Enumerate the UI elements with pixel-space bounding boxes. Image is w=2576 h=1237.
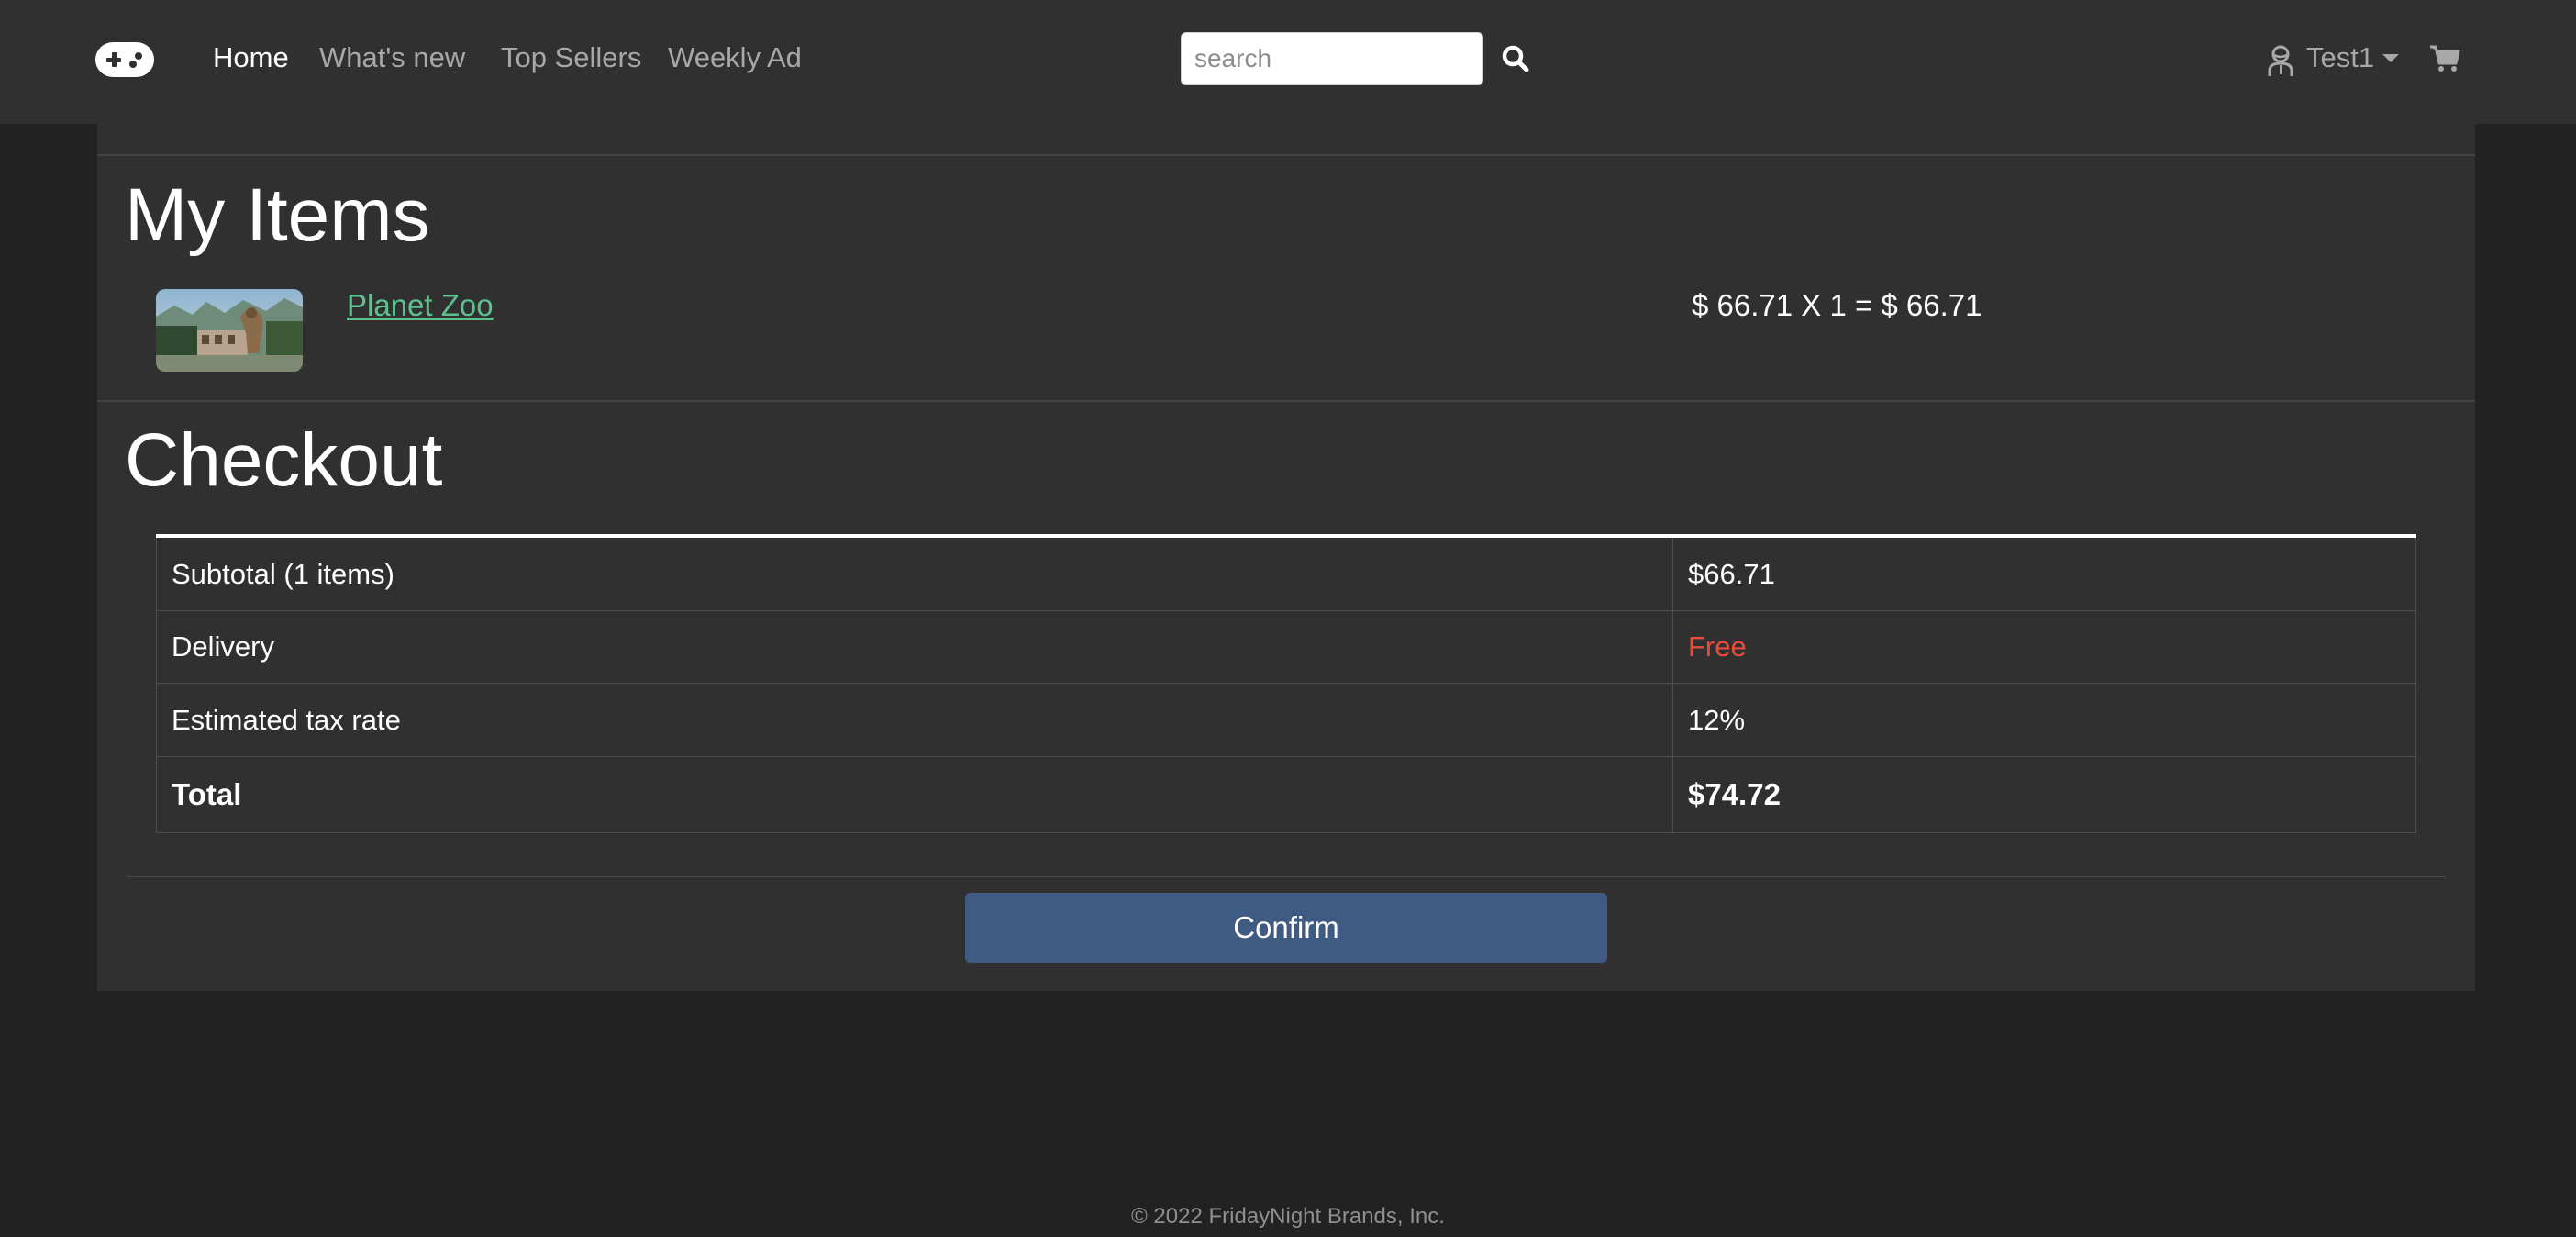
- footer-copyright: © 2022 FridayNight Brands, Inc.: [1131, 1204, 1445, 1229]
- divider: [97, 400, 2475, 402]
- divider: [127, 876, 2446, 877]
- table-row: Total $74.72: [156, 757, 2416, 833]
- total-value: $74.72: [1688, 777, 1781, 811]
- delivery-label: Delivery: [172, 630, 274, 663]
- search-icon[interactable]: [1501, 44, 1530, 73]
- main-content: My Items Planet Zoo $ 66.71 X 1 = $ 66.7…: [97, 124, 2475, 991]
- confirm-button[interactable]: Confirm: [965, 893, 1607, 963]
- cart-icon[interactable]: [2429, 44, 2460, 73]
- item-link-planet-zoo[interactable]: Planet Zoo: [347, 287, 494, 324]
- navbar: Home What's new Top Sellers Weekly Ad Te…: [0, 0, 2576, 124]
- user-name: Test1: [2306, 41, 2375, 73]
- table-row: Subtotal (1 items) $66.71: [156, 538, 2416, 611]
- user-icon: [2268, 45, 2293, 76]
- gamepad-icon[interactable]: [95, 42, 154, 77]
- tax-rate-label: Estimated tax rate: [172, 703, 401, 736]
- search-input[interactable]: [1181, 32, 1483, 85]
- nav-link-weekly-ad[interactable]: Weekly Ad: [668, 37, 802, 79]
- nav-link-home[interactable]: Home: [213, 37, 289, 79]
- nav-link-top-sellers[interactable]: Top Sellers: [501, 37, 641, 79]
- item-price: $ 66.71 X 1 = $ 66.71: [1692, 288, 1982, 322]
- tax-rate-value: 12%: [1688, 703, 1746, 736]
- subtotal-value: $66.71: [1688, 557, 1775, 590]
- checkout-title: Checkout: [125, 418, 443, 502]
- nav-link-whats-new[interactable]: What's new: [319, 37, 465, 79]
- checkout-summary-table: Subtotal (1 items) $66.71 Delivery Free …: [156, 534, 2416, 833]
- divider: [97, 154, 2475, 156]
- total-label: Total: [172, 777, 242, 811]
- subtotal-label: Subtotal (1 items): [172, 557, 394, 590]
- table-row: Estimated tax rate 12%: [156, 684, 2416, 757]
- delivery-value: Free: [1688, 630, 1747, 663]
- table-row: Delivery Free: [156, 611, 2416, 684]
- my-items-title: My Items: [125, 173, 430, 257]
- item-thumbnail[interactable]: [156, 289, 303, 372]
- chevron-down-icon: [2382, 54, 2399, 62]
